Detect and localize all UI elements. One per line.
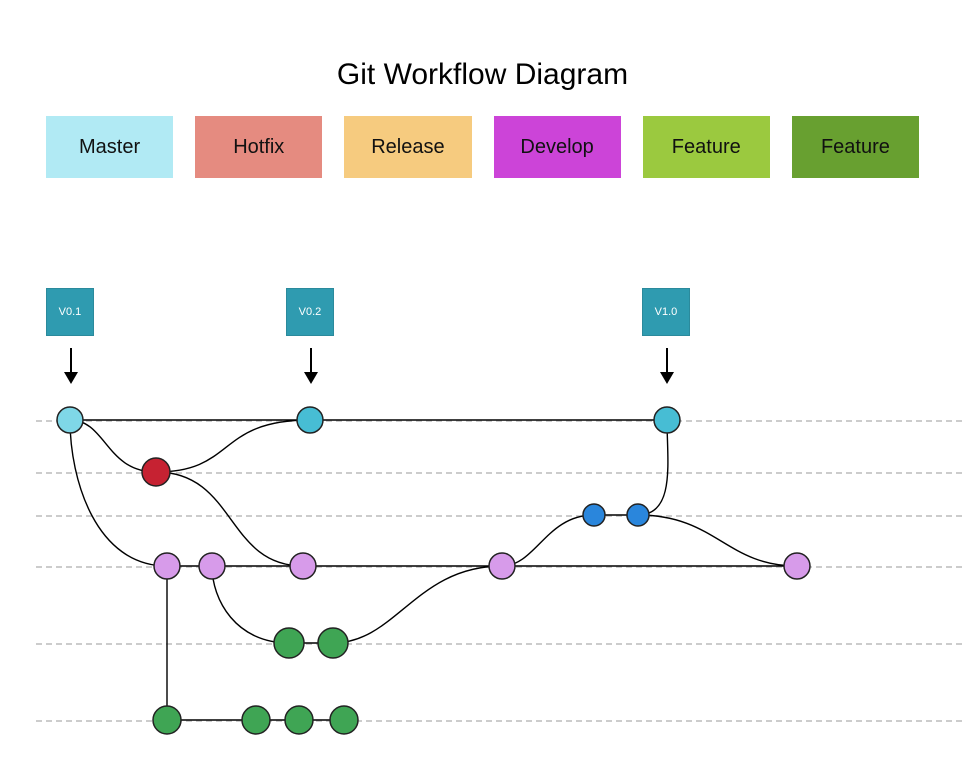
legend-develop-3: Develop [494, 116, 621, 178]
commit-develop [784, 553, 810, 579]
edge [156, 472, 303, 566]
commit-develop [489, 553, 515, 579]
edge [502, 515, 594, 566]
legend-hotfix-1: Hotfix [195, 116, 322, 178]
page-title: Git Workflow Diagram [0, 0, 965, 116]
version-tag-V0-2: V0.2 [286, 288, 334, 336]
commit-develop [154, 553, 180, 579]
legend-feature-5: Feature [792, 116, 919, 178]
commit-feature2 [330, 706, 358, 734]
legend-row: Master Hotfix Release Develop Feature Feature [0, 116, 965, 178]
tag-arrow-icon [310, 348, 312, 382]
commit-master [57, 407, 83, 433]
commit-hotfix [142, 458, 170, 486]
version-tag-V1-0: V1.0 [642, 288, 690, 336]
commit-develop [199, 553, 225, 579]
commit-feature1 [318, 628, 348, 658]
commit-release [627, 504, 649, 526]
edge [333, 566, 502, 643]
edge [638, 420, 668, 515]
legend-master-0: Master [46, 116, 173, 178]
tag-arrow-icon [666, 348, 668, 382]
commit-feature2 [285, 706, 313, 734]
edge [156, 420, 310, 472]
edge [212, 566, 289, 643]
edge [70, 420, 156, 472]
edge [70, 420, 167, 566]
commit-feature2 [153, 706, 181, 734]
commit-develop [290, 553, 316, 579]
version-tag-V0-1: V0.1 [46, 288, 94, 336]
git-graph [36, 400, 962, 740]
commit-master [297, 407, 323, 433]
commit-feature1 [274, 628, 304, 658]
tag-arrow-icon [70, 348, 72, 382]
commit-feature2 [242, 706, 270, 734]
edge [638, 515, 797, 566]
commit-master [654, 407, 680, 433]
commit-release [583, 504, 605, 526]
legend-release-2: Release [344, 116, 471, 178]
legend-feature-4: Feature [643, 116, 770, 178]
